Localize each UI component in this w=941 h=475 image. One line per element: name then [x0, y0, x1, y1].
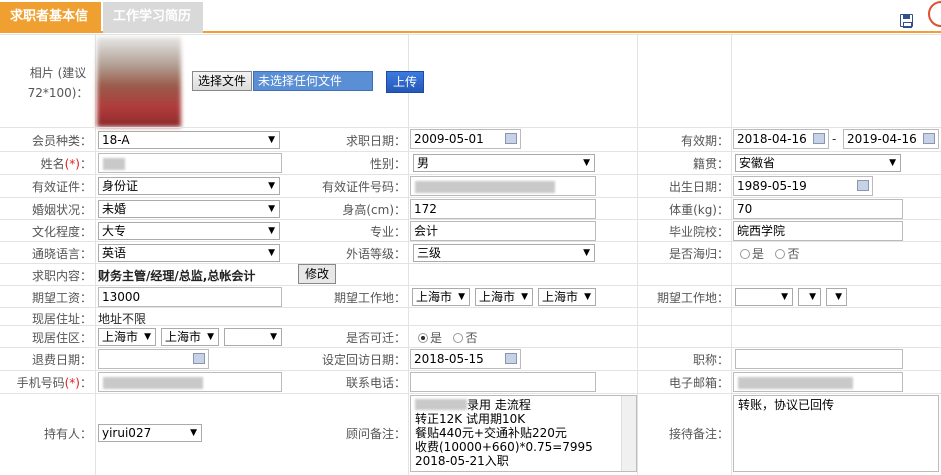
- tab-resume[interactable]: 工作学习简历: [103, 2, 203, 33]
- weight-input[interactable]: 70: [733, 199, 903, 219]
- calendar-icon[interactable]: [813, 133, 825, 144]
- work-city-select-5[interactable]: ▼: [798, 288, 821, 306]
- advisor-note-line: 录用 走流程: [415, 398, 618, 412]
- origin-value: 安徽省: [739, 156, 776, 170]
- avatar: [97, 37, 181, 127]
- advisor-note-line: 2018-05-21入职: [415, 454, 509, 468]
- save-icon[interactable]: [900, 14, 913, 28]
- birth-date-label: 出生日期：: [668, 180, 729, 194]
- valid-to-input[interactable]: 2019-04-16: [843, 129, 939, 149]
- work-city-select-6[interactable]: ▼: [826, 288, 847, 306]
- valid-to-value: 2019-04-16: [847, 132, 917, 146]
- upload-button[interactable]: 上传: [386, 71, 425, 93]
- row-job-content: 求职内容： 财务主管/经理/总监,总帐会计 修改: [0, 263, 941, 285]
- row-marital: 婚姻状况： 未婚 ▼ 身高(cm)： 172 体重(kg)： 70: [0, 197, 941, 219]
- reception-note-text: 转账，协议已回传: [738, 398, 835, 412]
- birth-date-value: 1989-05-19: [737, 179, 807, 193]
- row-refund: 退费日期： 设定回访日期： 2018-05-15 职称：: [0, 347, 941, 370]
- relocate-label: 是否可迁：: [345, 331, 406, 345]
- photo-label: 相片 (建议72*100)：: [27, 66, 89, 100]
- email-label: 电子邮箱：: [668, 376, 729, 390]
- valid-from-input[interactable]: 2018-04-16: [733, 129, 829, 149]
- advisor-note-text: 录用 走流程: [467, 398, 531, 412]
- row-language: 通晓语言： 英语 ▼ 外语等级： 三级 ▼ 是否海归： 是 否: [0, 241, 941, 263]
- reception-notes-textarea[interactable]: 转账，协议已回传: [733, 395, 939, 472]
- relocate-radio-group: 是 否: [418, 329, 477, 346]
- redacted-value: [738, 377, 853, 389]
- advisor-note-line: 转正12K 试用期10K: [415, 412, 526, 426]
- overseas-radio-group: 是 否: [740, 245, 799, 262]
- tab-basic-info[interactable]: 求职者基本信息: [0, 2, 101, 54]
- tab-bar: 求职者基本信息 工作学习简历: [0, 0, 941, 54]
- redacted-value: [415, 399, 467, 410]
- file-name-display: 未选择任何文件: [253, 71, 373, 91]
- school-label: 毕业院校：: [668, 225, 729, 239]
- relocate-no-radio[interactable]: [453, 333, 464, 343]
- email-input[interactable]: [733, 372, 903, 392]
- job-content-label: 求职内容：: [31, 269, 92, 283]
- work-location-2-label: 期望工作地：: [656, 291, 729, 305]
- choose-file-button[interactable]: 选择文件: [192, 71, 253, 91]
- overseas-yes-radio[interactable]: [740, 249, 750, 259]
- job-content-value: 财务主管/经理/总监,总帐会计: [98, 269, 256, 283]
- relocate-yes-label: 是: [430, 331, 443, 345]
- valid-from-value: 2018-04-16: [737, 132, 807, 146]
- calendar-icon[interactable]: [923, 133, 935, 144]
- overseas-yes-label: 是: [752, 247, 765, 261]
- row-member: 会员种类： 18-A ▼ 求职日期： 2009-05-01 有效期： 2018-0…: [0, 127, 941, 151]
- row-education: 文化程度： 大专 ▼ 专业： 会计 毕业院校： 皖西学院: [0, 219, 941, 241]
- birth-date-input[interactable]: 1989-05-19: [733, 176, 873, 196]
- row-id: 有效证件： 身份证 ▼ 有效证件号码： 出生日期： 1989-05-19: [0, 174, 941, 197]
- job-title-input[interactable]: [735, 349, 903, 369]
- valid-label: 有效期：: [680, 134, 729, 148]
- photo-row: 相片 (建议72*100)： 选择文件 未选择任何文件 上传: [0, 34, 941, 127]
- overseas-no-radio[interactable]: [775, 249, 786, 259]
- origin-label: 籍贯：: [692, 157, 729, 171]
- row-name: 姓名(*)： 性别： 男 ▼ 籍贯： 安徽省 ▼: [0, 151, 941, 174]
- row-area: 现居住区： 上海市 ▼ 上海市 ▼ ▼ 是否可迁： 是 否: [0, 325, 941, 347]
- school-input[interactable]: 皖西学院: [733, 221, 903, 241]
- origin-select[interactable]: 安徽省 ▼: [735, 154, 901, 172]
- calendar-icon[interactable]: [857, 180, 869, 191]
- row-address: 现居住址： 地址不限: [0, 307, 941, 326]
- edit-button[interactable]: 修改: [298, 264, 337, 284]
- date-range-dash: -: [832, 132, 837, 146]
- reception-notes-label: 接待备注：: [668, 427, 729, 441]
- relocate-yes-radio[interactable]: [418, 333, 428, 343]
- advisor-note-line: 收费(10000+660)*0.75=7995: [415, 440, 593, 454]
- row-phone: 手机号码(*)： 联系电话： 电子邮箱：: [0, 370, 941, 393]
- work-city-select-4[interactable]: ▼: [735, 288, 793, 306]
- row-notes: 持有人： yirui027 ▼ 顾问备注： 录用 走流程 转正12K 试用期10K…: [0, 393, 941, 475]
- row-salary: 期望工资： 13000 期望工作地： 上海市 ▼ 上海市 ▼ 上海市 ▼ 期望工作地：…: [0, 285, 941, 307]
- overseas-no-label: 否: [787, 247, 800, 261]
- weight-label: 体重(kg)：: [669, 203, 729, 217]
- relocate-no-label: 否: [465, 331, 478, 345]
- overseas-label: 是否海归：: [668, 247, 729, 261]
- job-title-label: 职称：: [692, 353, 729, 367]
